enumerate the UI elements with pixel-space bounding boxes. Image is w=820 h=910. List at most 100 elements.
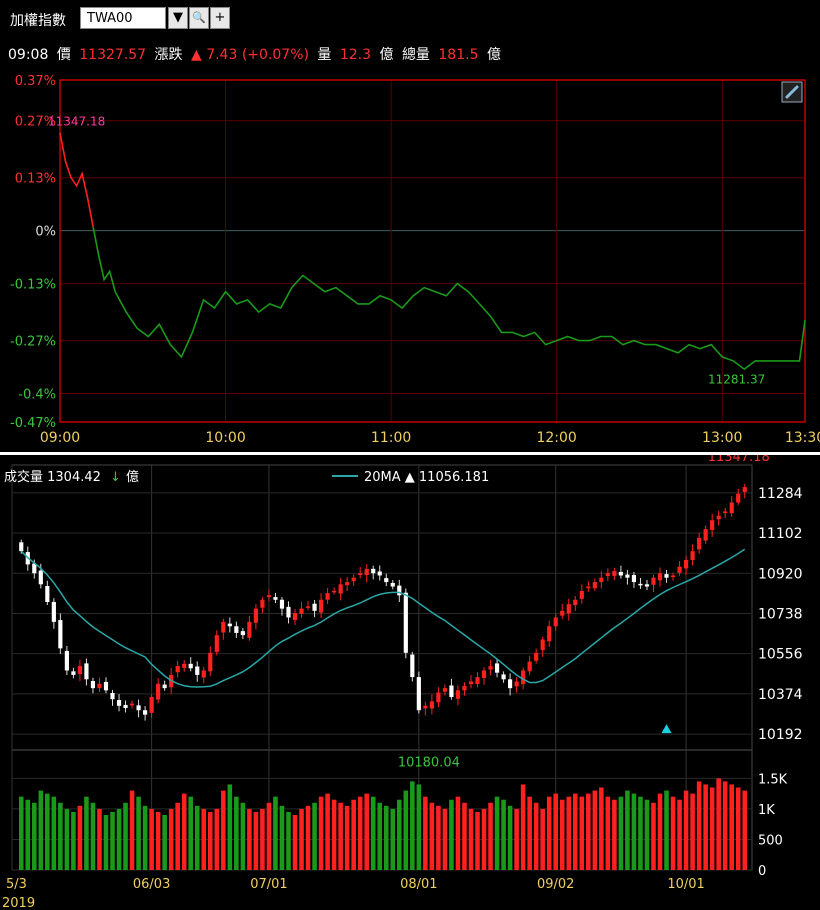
volume-bar [110, 811, 115, 870]
volume-bar [32, 802, 37, 870]
volume-bar [338, 802, 343, 870]
volume-bar [397, 799, 402, 870]
volume-bar [77, 805, 83, 870]
volume-bar [677, 799, 682, 870]
candle-body [710, 520, 715, 530]
header: 加權指數 TWA00 ▼ 🔍 + 09:08 價 11327.57 漲跌 ▲ 7… [0, 0, 820, 70]
volume-bar [97, 808, 102, 870]
candle-body [527, 661, 532, 672]
candle-body [208, 652, 213, 672]
candle-body [631, 575, 637, 583]
volume-bar [194, 805, 200, 870]
volume-bar [142, 805, 148, 870]
volume-bar [442, 808, 448, 870]
candle-body [612, 571, 617, 576]
candle-body [390, 582, 395, 587]
volume-bar [410, 781, 415, 870]
volume-bar [566, 796, 572, 870]
volume-tick-label: 0 [758, 864, 766, 879]
candle-body [71, 671, 76, 675]
candle-body [364, 568, 369, 576]
candle-body [240, 631, 245, 636]
search-button[interactable]: 🔍 [189, 7, 209, 29]
candle-body [318, 599, 324, 613]
volume-bar [514, 808, 519, 870]
volume-bar [703, 784, 708, 870]
volume-bar [90, 802, 96, 870]
candle-body [266, 595, 272, 598]
volume-bar [188, 796, 194, 870]
candle-body [547, 626, 552, 642]
volume-bar [729, 784, 734, 870]
total-label: 總量 [401, 47, 430, 63]
symbol-input[interactable]: TWA00 [80, 7, 166, 29]
volume-bar [214, 808, 220, 870]
ma-legend-label: 20MA ▲ 11056.181 [364, 470, 489, 485]
volume-bar [181, 793, 187, 870]
candle-body [358, 573, 363, 576]
x-tick-label: 08/01 [400, 877, 437, 892]
intraday-chart: 0.37%0.27%0.13%0%-0.13%-0.27%-0.4%-0.47%… [10, 74, 820, 446]
volume-unit: 億 [379, 47, 394, 63]
add-button[interactable]: + [210, 7, 230, 29]
candle-body [292, 613, 298, 621]
volume-bar [657, 793, 663, 870]
volume-bar [129, 790, 135, 870]
candle-body [64, 651, 69, 671]
candle-body [514, 681, 519, 687]
volume-bar [390, 808, 396, 870]
candle-body [279, 599, 285, 609]
quote-bar: 09:08 價 11327.57 漲跌 ▲ 7.43 (+0.07%) 量 12… [8, 44, 505, 64]
total-unit: 億 [486, 47, 501, 63]
candle-body [736, 493, 741, 503]
volume-bar [103, 815, 109, 870]
volume-bar [64, 808, 70, 870]
volume-bar [553, 793, 559, 870]
y-tick-label: 10556 [758, 647, 803, 663]
candle-body [58, 620, 63, 649]
volume-bar [468, 808, 474, 870]
candle-body [384, 578, 389, 583]
dropdown-button[interactable]: ▼ [168, 7, 188, 29]
candle-body [449, 685, 454, 697]
volume-bar [123, 802, 128, 870]
candle-body [90, 681, 96, 689]
candle-body [475, 677, 480, 685]
volume-bar [221, 790, 226, 870]
volume-arrow: ↓ [110, 470, 121, 485]
candle-body [729, 502, 734, 514]
volume-bar [240, 802, 246, 870]
volume-bar [429, 802, 435, 870]
volume-bar [116, 808, 122, 870]
candle-body [345, 582, 350, 586]
volume-bar [599, 787, 604, 870]
candle-body [657, 573, 663, 581]
candle-body [442, 688, 448, 692]
candle-body [273, 597, 278, 600]
candle-body [625, 574, 630, 578]
candle-body [416, 677, 421, 711]
volume-bar [455, 796, 461, 870]
volume-bar [201, 808, 207, 870]
candle-body [592, 582, 597, 589]
candle-body [540, 639, 545, 651]
candle-body [638, 583, 643, 586]
volume-bar [683, 790, 689, 870]
x-tick-label: 07/01 [250, 877, 287, 892]
volume-bar [51, 796, 57, 870]
volume-bar [227, 784, 233, 870]
volume-bar [292, 815, 298, 870]
volume-bar [312, 802, 317, 870]
candle-body [599, 577, 604, 583]
volume-bar [612, 799, 617, 870]
x-tick-label: 10:00 [205, 430, 245, 446]
volume-bar [586, 793, 591, 870]
volume-unit: 億 [126, 469, 139, 485]
volume-bar [520, 784, 526, 870]
y-tick-label: 0.37% [15, 74, 56, 89]
volume-bar [722, 781, 728, 870]
y-tick-label: 0% [35, 225, 56, 240]
volume-bar [540, 808, 545, 870]
candle-body [690, 551, 695, 560]
y-tick-label: -0.27% [10, 335, 56, 350]
